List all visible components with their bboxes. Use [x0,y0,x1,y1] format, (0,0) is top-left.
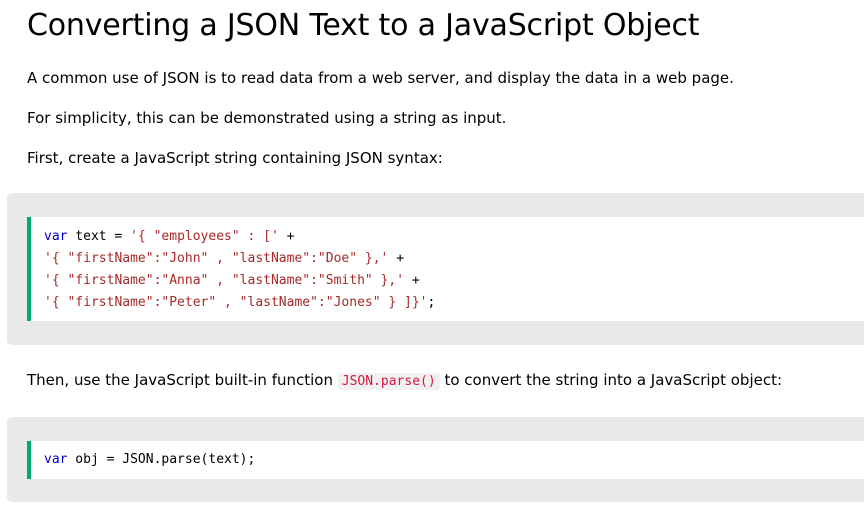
code-block[interactable]: var obj = JSON.parse(text); [27,441,864,479]
code-block[interactable]: var text = '{ "employees" : [' + '{ "fir… [27,217,864,321]
code-line: var text = '{ "employees" : [' + [44,227,294,247]
simplicity-paragraph: For simplicity, this can be demonstrated… [27,109,507,127]
code-string: '{ "firstName":"Anna" , "lastName":"Smit… [44,273,405,288]
code-text: + [404,273,420,288]
page-title: Converting a JSON Text to a JavaScript O… [27,8,700,43]
code-text: ; [427,295,436,310]
code-string: '{ "firstName":"John" , "lastName":"Doe"… [44,251,389,266]
code-text: + [388,251,405,266]
tutorial-page: Converting a JSON Text to a JavaScript O… [0,0,864,507]
code-line: '{ "firstName":"Anna" , "lastName":"Smit… [44,271,420,291]
json-parse-paragraph: Then, use the JavaScript built-in functi… [27,369,782,393]
inline-code-json-parse: JSON.parse() [337,373,440,390]
code-keyword: var [44,229,68,244]
code-line: '{ "firstName":"Peter" , "lastName":"Jon… [44,293,435,313]
code-text: + [278,229,295,244]
paragraph-text: Then, use the JavaScript built-in functi… [27,371,338,389]
code-text: obj = JSON.parse(text); [67,452,256,467]
paragraph-text: to convert the string into a JavaScript … [439,371,783,389]
code-line: '{ "firstName":"John" , "lastName":"Doe"… [44,249,404,269]
code-keyword: var [44,452,68,467]
code-example-json-string: var text = '{ "employees" : [' + '{ "fir… [7,193,864,345]
code-text: text = [67,229,131,244]
code-string: '{ "firstName":"Peter" , "lastName":"Jon… [44,295,428,310]
code-example-json-parse: var obj = JSON.parse(text); [7,417,864,502]
code-line: var obj = JSON.parse(text); [44,450,255,470]
intro-paragraph: A common use of JSON is to read data fro… [27,69,734,87]
code-string: '{ "employees" : [' [130,229,279,244]
create-string-paragraph: First, create a JavaScript string contai… [27,149,443,167]
